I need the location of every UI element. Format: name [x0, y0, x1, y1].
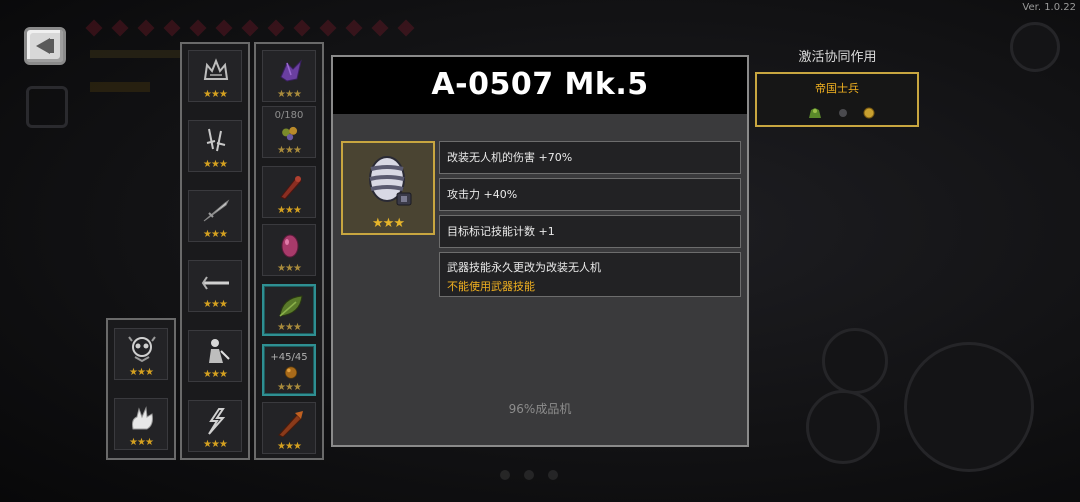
green-leaf-icon: [279, 295, 303, 317]
ghost-skull-icon: [128, 336, 156, 363]
item-slot[interactable]: ★★★: [188, 120, 242, 172]
back-button[interactable]: [24, 27, 66, 65]
item-slot[interactable]: ★★★: [188, 260, 242, 312]
item-slot[interactable]: +45/45 ★★★: [262, 344, 316, 396]
warrior-figure-icon: [209, 339, 230, 363]
special-stat-row: 武器技能永久更改为改装无人机 不能使用武器技能: [439, 252, 741, 297]
dodge-button-dimmed: [806, 390, 880, 464]
completion-label: 96%成品机: [508, 402, 572, 416]
version-label: Ver. 1.0.22: [1022, 2, 1076, 13]
striped-drone-icon: [369, 156, 412, 206]
red-club-icon: [280, 176, 302, 200]
item-title: A-0507 Mk.5: [431, 67, 649, 102]
equipment-column-left: ★★★ ★★★: [106, 318, 176, 460]
item-slot[interactable]: ★★★: [262, 224, 316, 276]
twin-sword-icon: [206, 128, 226, 152]
special-stat-text: 武器技能永久更改为改装无人机: [447, 261, 601, 274]
health-hearts-dimmed: [85, 19, 415, 37]
spirit-hand-icon: [132, 406, 153, 430]
green-soldier-icon: [809, 108, 821, 118]
amber-orb-icon: [284, 366, 298, 379]
gem-cluster-icon: [282, 126, 298, 141]
stat-row: 目标标记技能计数 +1: [439, 215, 741, 248]
item-count: 0/180: [274, 110, 304, 121]
stat-row: 攻击力 +40%: [439, 178, 741, 211]
synergy-name: 帝国士兵: [815, 82, 859, 95]
pink-egg-icon: [281, 234, 299, 258]
minimap-button-dimmed: [26, 86, 68, 128]
item-slot[interactable]: ★★★: [262, 284, 316, 336]
item-slot[interactable]: ★★★: [114, 328, 168, 380]
gray-dot-icon: [839, 109, 847, 117]
item-title-bar: A-0507 Mk.5: [333, 57, 747, 114]
attack-button-dimmed: [904, 342, 1034, 472]
gold-bar-dimmed: [90, 82, 150, 92]
crest-emblem-icon: [203, 58, 229, 80]
synergy-card[interactable]: 帝国士兵: [755, 72, 919, 127]
lightning-figure-icon: [208, 408, 226, 435]
special-stat-warning: 不能使用武器技能: [447, 280, 535, 293]
stat-row: 改装无人机的伤害 +70%: [439, 141, 741, 174]
item-star-rating: ★★★: [372, 216, 405, 231]
page-dots-dimmed: [500, 470, 558, 480]
skill-button-dimmed: [822, 328, 888, 394]
item-slot[interactable]: ★★★: [188, 50, 242, 102]
item-slot[interactable]: 0/180 ★★★: [262, 106, 316, 158]
item-count: +45/45: [270, 352, 308, 363]
item-slot[interactable]: ★★★: [188, 400, 242, 452]
purple-crystal-icon: [280, 59, 302, 82]
item-slot[interactable]: ★★★: [114, 398, 168, 450]
item-slot[interactable]: ★★★: [188, 190, 242, 242]
gold-coin-icon: [863, 107, 875, 119]
item-slot[interactable]: ★★★: [188, 330, 242, 382]
back-arrow-icon: [36, 38, 50, 54]
arrow-staff-icon: [201, 276, 229, 290]
fire-blade-icon: [278, 411, 303, 437]
item-slot[interactable]: ★★★: [262, 402, 316, 454]
equipment-column-middle: ★★★ ★★★ ★★★ ★★★ ★★★ ★★★: [180, 42, 250, 460]
item-detail-panel: A-0507 Mk.5 ★★★ 改装无人机的伤害 +70% 攻击力 +40% 目…: [331, 55, 749, 447]
item-slot[interactable]: ★★★: [262, 50, 316, 102]
item-slot[interactable]: ★★★: [262, 166, 316, 218]
pause-button-dimmed: [1010, 22, 1060, 72]
item-preview: ★★★: [341, 141, 435, 235]
equipment-column-right: ★★★ 0/180 ★★★ ★★★ ★★★ ★★★ +45/45 ★★★ ★★★: [254, 42, 324, 460]
synergy-heading: 激活协同作用: [798, 50, 877, 65]
blade-icon: [203, 199, 230, 222]
